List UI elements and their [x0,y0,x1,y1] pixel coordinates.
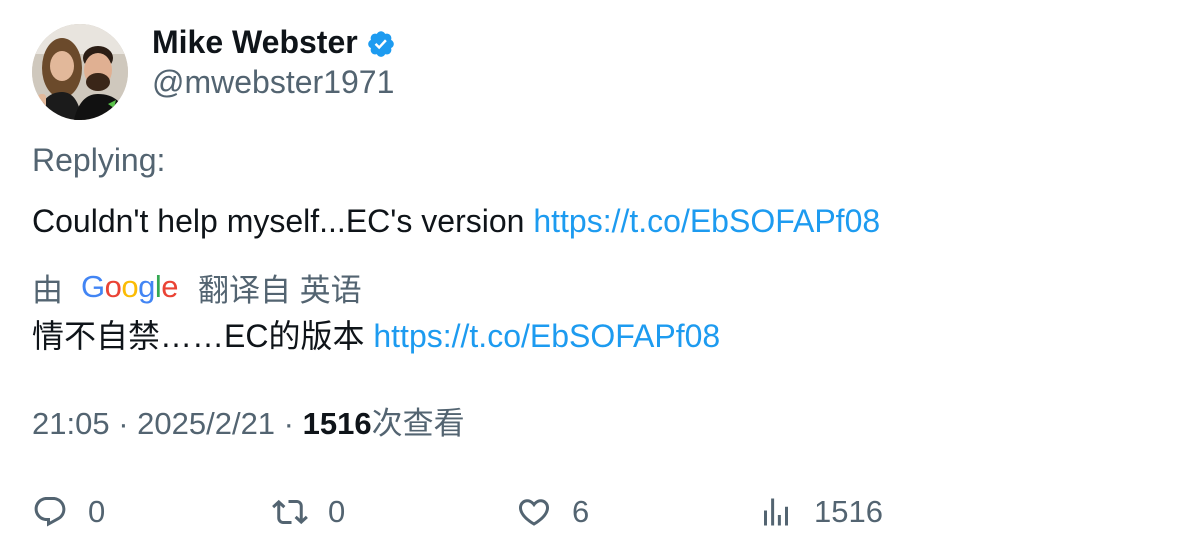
author-handle[interactable]: @mwebster1971 [152,62,394,102]
retweet-icon [272,499,308,525]
views-count: 1516 [302,406,372,441]
retweet-count: 0 [328,494,346,529]
like-count: 6 [572,494,590,529]
views-label: 次查看 [371,406,465,441]
like-button[interactable]: 6 [516,490,589,534]
meta-separator: · [109,406,138,441]
translation-suffix: 翻译自 英语 [198,272,362,308]
translated-text: 情不自禁……EC的版本 https://t.co/EbSOFAPf08 [32,316,720,356]
reply-button[interactable]: 0 [32,490,105,534]
translated-link[interactable]: https://t.co/EbSOFAPf08 [373,318,720,354]
meta-separator: · [275,406,303,441]
retweet-button[interactable]: 0 [272,490,345,534]
tweet-link[interactable]: https://t.co/EbSOFAPf08 [533,203,880,239]
translated-body: 情不自禁……EC的版本 [32,318,374,354]
author-display-name[interactable]: Mike Webster [152,22,358,62]
views-action-count: 1516 [814,494,883,529]
analytics-icon [764,498,788,526]
tweet-time[interactable]: 21:05 [32,406,110,441]
translation-prefix: 由 [32,272,63,308]
google-logo[interactable]: Google [81,269,179,305]
reply-icon [34,497,66,527]
translation-attribution: 由 Google 翻译自 英语 [32,267,362,308]
tweet-date[interactable]: 2025/2/21 [137,406,275,441]
views-button[interactable]: 1516 [758,490,883,534]
verified-badge-icon [368,31,394,57]
heart-icon [518,499,550,526]
replying-label: Replying: [32,142,166,178]
avatar[interactable] [32,24,128,120]
avatar-photo [32,24,128,120]
reply-count: 0 [88,494,106,529]
tweet-meta: 21:05 · 2025/2/21 · 1516次查看 [32,404,465,444]
tweet-text: Couldn't help myself...EC's version http… [32,201,880,241]
tweet-body: Couldn't help myself...EC's version [32,203,534,239]
